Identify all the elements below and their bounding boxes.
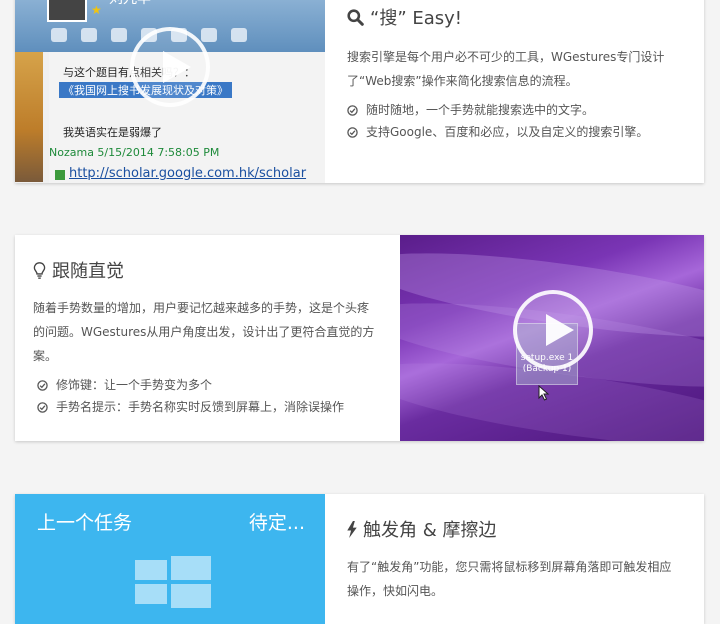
feature-text: “搜” Easy! 搜索引擎是每个用户必不可少的工具，WGestures专门设计… — [325, 0, 704, 183]
section-description: 随着手势数量的增加，用户要记忆越来越多的手势，这是个头疼的问题。WGesture… — [33, 301, 375, 363]
feature-text: 触发角 & 摩擦边 有了“触发角”功能，您只需将鼠标移到屏幕角落即可触发相应操作… — [325, 494, 704, 624]
check-circle-icon — [37, 379, 48, 391]
play-button[interactable] — [513, 290, 593, 370]
feature-card-corners: 上一个任务 待定... 触发角 & 摩擦边 有了“触发角”功能，您只需将鼠标移到… — [15, 494, 704, 624]
chat-line: 我英语实在是弱爆了 — [63, 126, 162, 139]
bolt-icon — [347, 520, 357, 538]
avatar — [47, 0, 87, 22]
folder-icon — [111, 28, 127, 42]
feature-card-intuition: 跟随直觉 随着手势数量的增加，用户要记忆越来越多的手势，这是个头疼的问题。WGe… — [15, 235, 704, 441]
apps-icon — [231, 28, 247, 42]
search-demo-video[interactable]: ★ 刘九丰 与这个题目有点相关吗？： 《我国网上搜书发展现状及对策》 我英语实在… — [15, 0, 325, 183]
intuition-demo-video[interactable]: setup.exe 1 (Backup 1) — [400, 235, 704, 441]
lightbulb-icon — [33, 261, 46, 279]
monitor-icon — [201, 28, 217, 42]
section-description: 搜索引擎是每个用户必不可少的工具，WGestures专门设计了“Web搜索”操作… — [347, 50, 665, 88]
star-icon: ★ — [91, 3, 102, 17]
section-title: 跟随直觉 — [52, 261, 124, 282]
check-circle-icon — [347, 104, 358, 116]
list-item: 随时随地，一个手势就能搜索选中的文字。 — [347, 99, 682, 121]
search-icon — [347, 8, 364, 26]
check-circle-icon — [347, 126, 358, 138]
tile-label-pending: 待定... — [248, 512, 305, 534]
list-item: 手势名提示：手势名称实时反馈到屏幕上，消除误操作 — [37, 396, 378, 418]
cursor-icon — [538, 385, 550, 401]
mic-icon — [81, 28, 97, 42]
feature-list: 随时随地，一个手势就能搜索选中的文字。 支持Google、百度和必应，以及自定义… — [347, 99, 682, 143]
list-item: 修饰键：让一个手势变为多个 — [37, 374, 378, 396]
section-title: “搜” Easy! — [370, 8, 463, 29]
section-description: 有了“触发角”功能，您只需将鼠标移到屏幕角落即可触发相应操作，快如闪电。 — [347, 560, 672, 598]
chat-toolbar-icon — [51, 28, 67, 42]
contact-name: 刘九丰 — [109, 0, 151, 8]
feature-text: 跟随直觉 随着手势数量的增加，用户要记忆越来越多的手势，这是个头疼的问题。WGe… — [15, 235, 400, 441]
feature-card-search: ★ 刘九丰 与这个题目有点相关吗？： 《我国网上搜书发展现状及对策》 我英语实在… — [15, 0, 704, 183]
play-button[interactable] — [130, 27, 210, 107]
section-title: 触发角 & 摩擦边 — [363, 520, 497, 541]
feature-list: 修饰键：让一个手势变为多个 手势名提示：手势名称实时反馈到屏幕上，消除误操作 — [37, 374, 378, 418]
corners-demo-video[interactable]: 上一个任务 待定... — [15, 494, 325, 624]
cartoon-image — [15, 52, 43, 182]
chat-link[interactable]: http://scholar.google.com.hk/scholar — [69, 166, 306, 181]
link-icon — [55, 170, 65, 180]
chat-meta: Nozama 5/15/2014 7:58:05 PM — [49, 146, 220, 159]
list-item: 支持Google、百度和必应，以及自定义的搜索引擎。 — [347, 121, 682, 143]
tile-label-previous-task: 上一个任务 — [37, 512, 133, 534]
check-circle-icon — [37, 401, 48, 413]
